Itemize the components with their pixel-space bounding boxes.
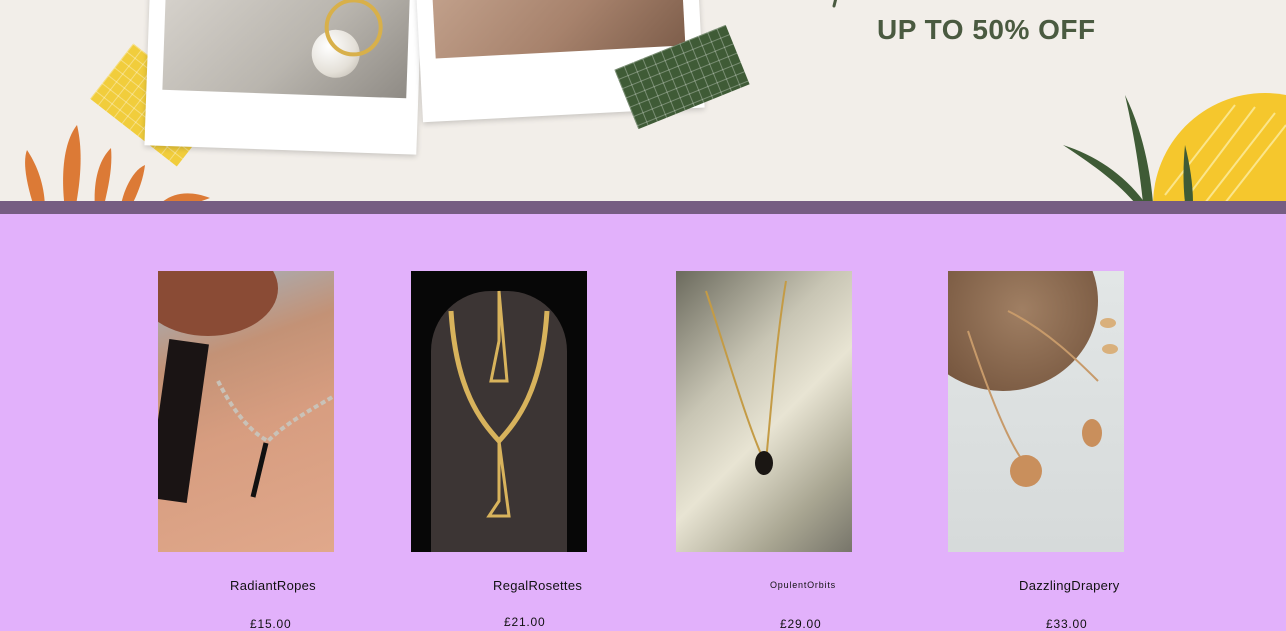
product-price: £29.00: [780, 617, 822, 631]
product-image-dazzling-drapery[interactable]: [948, 271, 1124, 552]
polaroid-photo-pearl-rings: [144, 0, 424, 155]
product-price: £15.00: [250, 617, 292, 631]
product-grid: RadiantRopes £15.00 RegalRosettes £21.00…: [0, 214, 1286, 631]
promo-discount-text: UP TO 50% OFF: [877, 14, 1096, 45]
product-image-opulent-orbits[interactable]: [676, 271, 852, 552]
product-name[interactable]: OpulentOrbits: [770, 580, 836, 590]
product-price: £33.00: [1046, 617, 1088, 631]
product-name[interactable]: RadiantRopes: [230, 578, 316, 593]
sun-and-leaves-decoration: [1063, 93, 1286, 201]
pearl-ring-photo: [162, 0, 412, 99]
product-name[interactable]: RegalRosettes: [493, 578, 582, 593]
jewelry-photo: [429, 0, 686, 59]
hero-banner: UP TO 50% OFF: [0, 0, 1286, 201]
section-divider: [0, 201, 1286, 214]
product-image-radiant-ropes[interactable]: [158, 271, 334, 552]
product-image-regal-rosettes[interactable]: [411, 271, 587, 552]
product-price: £21.00: [504, 615, 546, 629]
product-name[interactable]: DazzlingDrapery: [1019, 578, 1120, 593]
